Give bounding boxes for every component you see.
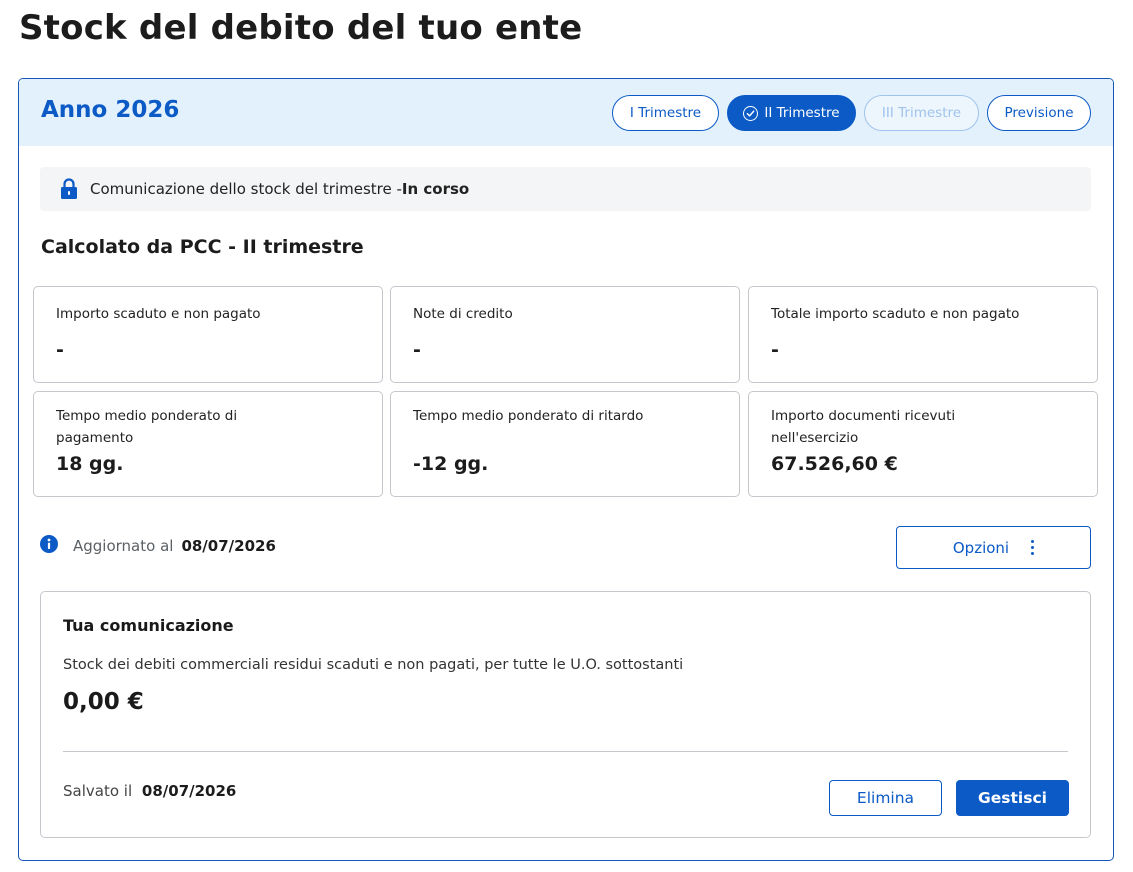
- kebab-menu-icon: [1031, 540, 1035, 555]
- metric-totale-scaduto: Totale importo scaduto e non pagato -: [748, 286, 1098, 383]
- delete-button[interactable]: Elimina: [829, 780, 942, 816]
- section-title: Calcolato da PCC - II trimestre: [41, 236, 364, 258]
- tab-iii-trimestre[interactable]: III Trimestre: [864, 95, 979, 131]
- metric-tempo-pagamento: Tempo medio ponderato di pagamento 18 gg…: [33, 391, 383, 497]
- communication-box: Tua comunicazione Stock dei debiti comme…: [40, 591, 1091, 838]
- status-state: In corso: [401, 180, 470, 198]
- communication-title: Tua comunicazione: [63, 616, 234, 635]
- check-circle-icon: [743, 105, 759, 121]
- status-bar: Comunicazione dello stock del trimestre …: [40, 167, 1091, 211]
- tab-previsione[interactable]: Previsione: [987, 95, 1091, 131]
- card-header: Anno 2026 I Trimestre II Trimestre III T…: [19, 79, 1113, 146]
- year-title: Anno 2026: [41, 97, 180, 123]
- tab-label: Previsione: [1004, 105, 1074, 121]
- year-card: Anno 2026 I Trimestre II Trimestre III T…: [18, 78, 1114, 861]
- communication-description: Stock dei debiti commerciali residui sca…: [63, 657, 684, 673]
- tab-i-trimestre[interactable]: I Trimestre: [612, 95, 719, 131]
- updated-date: 08/07/2026: [181, 537, 276, 555]
- metric-importo-documenti: Importo documenti ricevuti nell'esercizi…: [748, 391, 1098, 497]
- metric-importo-scaduto: Importo scaduto e non pagato -: [33, 286, 383, 383]
- tab-ii-trimestre[interactable]: II Trimestre: [727, 95, 856, 131]
- updated-label: Aggiornato al: [73, 537, 174, 555]
- info-icon: [40, 535, 58, 553]
- quarter-tabs: I Trimestre II Trimestre III Trimestre P…: [612, 95, 1091, 131]
- manage-button[interactable]: Gestisci: [956, 780, 1069, 816]
- saved-date: 08/07/2026: [141, 782, 237, 800]
- page-title: Stock del debito del tuo ente: [19, 8, 583, 48]
- metric-label: Importo documenti ricevuti nell'esercizi…: [771, 408, 956, 446]
- metric-label: Tempo medio ponderato di ritardo: [413, 408, 644, 424]
- updated-info: Aggiornato al 08/07/2026: [40, 535, 276, 555]
- status-text: Comunicazione dello stock del trimestre …: [90, 180, 402, 198]
- metric-value: -: [413, 339, 421, 361]
- options-button[interactable]: Opzioni: [896, 526, 1091, 569]
- tab-label: II Trimestre: [764, 105, 840, 121]
- metric-note-credito: Note di credito -: [390, 286, 740, 383]
- metric-label: Totale importo scaduto e non pagato: [771, 306, 1020, 322]
- divider: [63, 751, 1068, 752]
- saved-info: Salvato il 08/07/2026: [63, 782, 236, 800]
- metric-value: -: [56, 339, 64, 361]
- lock-icon: [60, 178, 78, 200]
- tab-label: III Trimestre: [881, 105, 962, 121]
- metric-tempo-ritardo: Tempo medio ponderato di ritardo -12 gg.: [390, 391, 740, 497]
- metric-label: Importo scaduto e non pagato: [56, 306, 261, 322]
- metric-value: 67.526,60 €: [771, 453, 898, 475]
- metric-value: -12 gg.: [413, 453, 489, 475]
- metric-value: 18 gg.: [56, 453, 124, 475]
- metric-label: Note di credito: [413, 306, 513, 322]
- metric-label: Tempo medio ponderato di pagamento: [56, 408, 238, 446]
- options-label: Opzioni: [952, 538, 1010, 557]
- tab-label: I Trimestre: [629, 105, 702, 121]
- saved-label: Salvato il: [63, 782, 133, 800]
- communication-amount: 0,00 €: [63, 689, 144, 715]
- metric-value: -: [771, 339, 779, 361]
